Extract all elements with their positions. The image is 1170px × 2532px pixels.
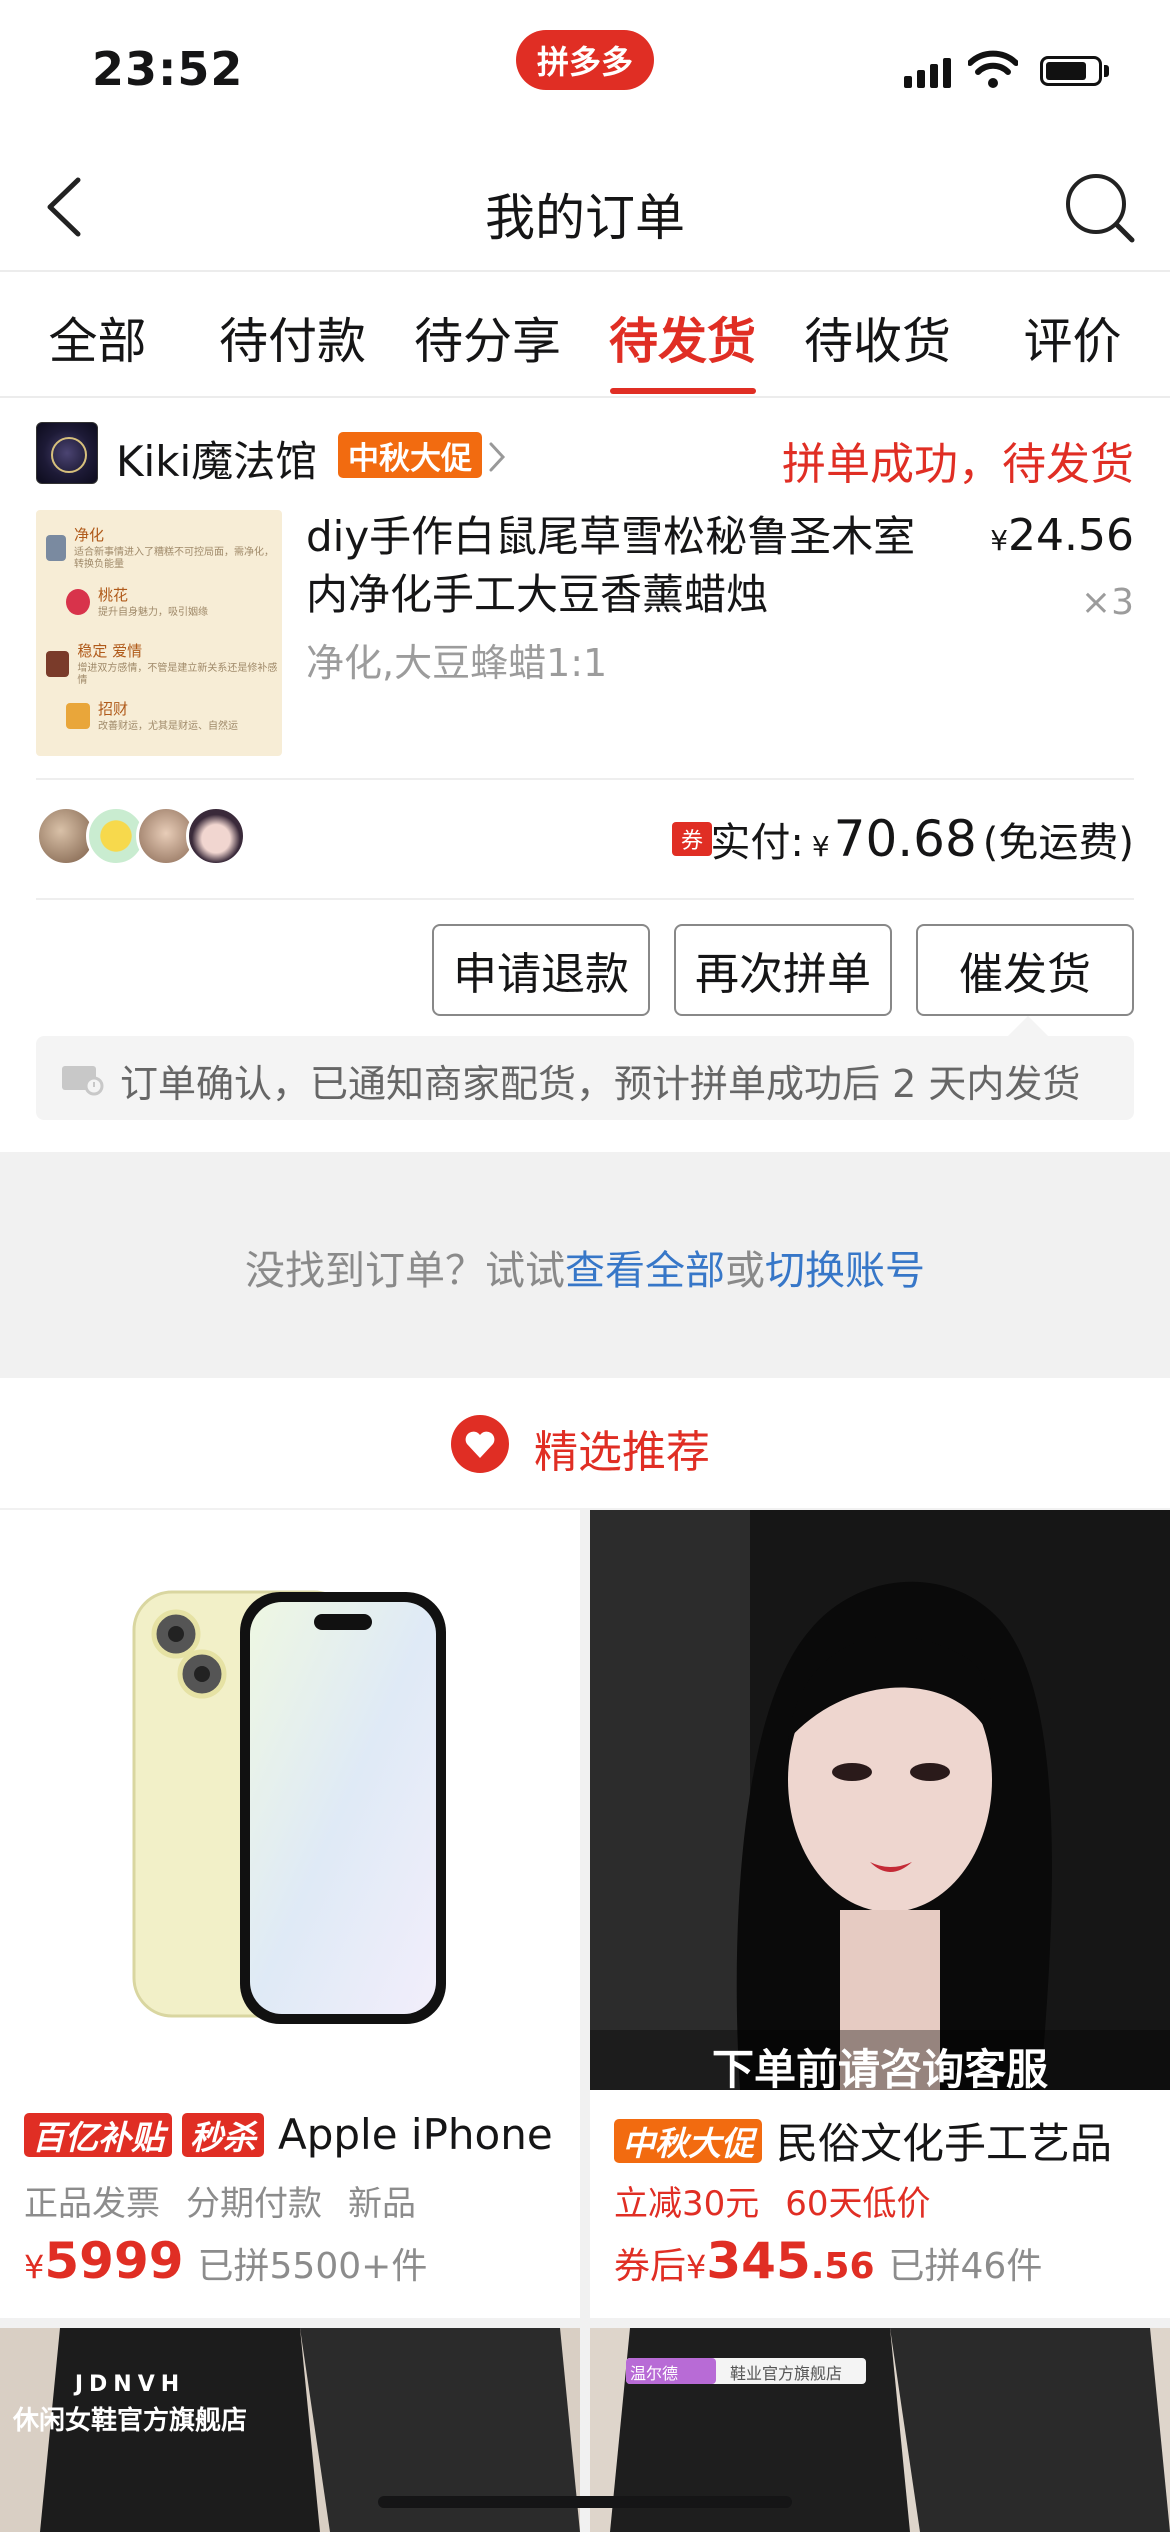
- product-price-decimal: .56: [810, 2246, 875, 2287]
- product-price: 5999: [44, 2232, 184, 2290]
- reorder-button[interactable]: 再次拼单: [674, 924, 892, 1016]
- urge-shipment-button[interactable]: 催发货: [916, 924, 1134, 1016]
- price-prefix: 券后: [614, 2246, 687, 2287]
- product-currency: ¥: [686, 2248, 707, 2286]
- product-title[interactable]: diy手作白鼠尾草雪松秘鲁圣木室内净化手工大豆香薰蜡烛: [306, 508, 946, 624]
- product-spec: 净化,大豆蜂蜡1:1: [306, 641, 608, 685]
- status-time: 23:52: [92, 42, 244, 96]
- view-all-link[interactable]: 查看全部: [565, 1248, 725, 1294]
- order-status: 拼单成功，待发货: [782, 439, 1134, 490]
- brand-store-name: 休闲女鞋官方旗舰店: [12, 2406, 247, 2436]
- product-image-row-title: 桃花: [98, 586, 129, 604]
- paid-currency: ¥: [811, 830, 830, 863]
- product-price: 345: [706, 2232, 811, 2290]
- page-title: 我的订单: [485, 189, 685, 247]
- product-sub-tag: 新品: [348, 2184, 416, 2224]
- subsidy-tag: 百亿补贴: [24, 2112, 172, 2157]
- not-found-or: 或: [725, 1248, 765, 1294]
- battery-icon: [1040, 56, 1102, 86]
- chevron-right-icon[interactable]: [486, 440, 508, 474]
- cellular-signal-icon: [904, 58, 951, 88]
- switch-account-link[interactable]: 切换账号: [765, 1248, 925, 1294]
- group-avatars[interactable]: [36, 806, 246, 866]
- handicraft-product-card[interactable]: 中秋大促 民俗文化手工艺品 立减30元 60天低价 券后 ¥ 345 .56 已…: [590, 2090, 1170, 2318]
- shop-logo[interactable]: [36, 422, 98, 484]
- tab-pending-payment[interactable]: 待付款: [195, 272, 390, 396]
- discount-tag: 立减30元: [614, 2184, 760, 2224]
- product-image[interactable]: 净化适合新事情进入了糟糕不可控局面，需净化，转换负能量 桃花提升自身魅力，吸引姻…: [36, 510, 282, 756]
- shop-name[interactable]: Kiki魔法馆: [116, 428, 317, 489]
- paid-note: (免运费): [982, 820, 1134, 866]
- product-currency: ¥: [990, 524, 1009, 557]
- refund-button[interactable]: 申请退款: [432, 924, 650, 1016]
- search-icon[interactable]: [1060, 168, 1140, 248]
- flash-sale-tag: 秒杀: [182, 2112, 264, 2157]
- tab-review[interactable]: 评价: [975, 272, 1170, 396]
- paid-label: 实付:: [710, 820, 804, 866]
- product-image-row-desc: 适合新事情进入了糟糕不可控局面，需净化，转换负能量: [73, 547, 274, 570]
- handicraft-product-image[interactable]: 下单前请咨询客服: [590, 1510, 1170, 2090]
- not-found-text: 没找到订单？试试: [245, 1248, 565, 1294]
- notice-text: 订单确认，已通知商家配货，预计拼单成功后 2 天内发货: [120, 1062, 1081, 1106]
- coupon-tag: 券: [672, 822, 712, 856]
- iphone-illustration: [132, 1590, 446, 2024]
- product-sub-tag: 正品发票: [24, 2184, 160, 2224]
- avatar: [186, 806, 246, 866]
- iphone-product-card[interactable]: 百亿补贴 秒杀 Apple iPhone 正品发票 分期付款 新品 ¥ 5999…: [0, 2090, 580, 2318]
- product-currency: ¥: [24, 2248, 45, 2286]
- product-sold-count: 已拼46件: [888, 2246, 1043, 2287]
- recommend-title: 精选推荐: [534, 1427, 710, 1478]
- app-badge: 拼多多: [516, 30, 654, 90]
- portrait-illustration: [590, 1510, 1170, 2090]
- low-price-tag: 60天低价: [785, 2184, 931, 2224]
- wifi-icon: [968, 50, 1018, 88]
- tab-pending-share[interactable]: 待分享: [390, 272, 585, 396]
- product-image-row-title: 稳定 爱情: [77, 642, 143, 660]
- brand-store-name: 鞋业官方旗舰店: [730, 2364, 843, 2383]
- not-found-message: 没找到订单？试试查看全部或切换账号: [0, 1238, 1170, 1296]
- iphone-product-image[interactable]: [0, 1510, 580, 2090]
- product-image-row-desc: 增进双方感情，不管是建立新关系还是修补感情: [77, 663, 278, 686]
- product-quantity: ×3: [1080, 582, 1134, 623]
- tab-all[interactable]: 全部: [0, 272, 195, 396]
- notice-arrow: [1008, 1016, 1048, 1036]
- paid-total: 实付: ¥ 70.68 (免运费): [710, 810, 1134, 868]
- divider: [36, 778, 1134, 780]
- home-indicator[interactable]: [378, 2496, 792, 2508]
- product-name: 民俗文化手工艺品: [776, 2119, 1113, 2168]
- promo-tag: 中秋大促: [614, 2118, 762, 2163]
- truck-icon: [62, 1066, 104, 1096]
- promo-tag: 中秋大促: [338, 432, 482, 478]
- order-tabs: 全部 待付款 待分享 待发货 待收货 评价: [0, 272, 1170, 396]
- product-image-row-desc: 改善财运，尤其是财运、自然运: [98, 721, 238, 732]
- paid-amount: 70.68: [833, 810, 977, 868]
- image-overlay-text: 下单前请咨询客服: [711, 2045, 1048, 2090]
- product-image-row-title: 净化: [73, 526, 104, 544]
- product-image-row-title: 招财: [98, 700, 129, 718]
- tab-pending-receipt[interactable]: 待收货: [780, 272, 975, 396]
- brand-logo-text: JDNVH: [74, 2372, 186, 2397]
- product-sub-tag: 分期付款: [186, 2184, 322, 2224]
- tab-pending-shipment[interactable]: 待发货: [585, 272, 780, 396]
- heart-badge-icon: [451, 1415, 509, 1473]
- product-sold-count: 已拼5500+件: [197, 2246, 428, 2287]
- brand-tag: 温尔德: [630, 2364, 679, 2383]
- product-name: Apple iPhone: [278, 2110, 553, 2159]
- tabs-divider: [0, 396, 1170, 398]
- product-price-value: 24.56: [1008, 510, 1134, 561]
- product-image-row-desc: 提升自身魅力，吸引姻缘: [98, 607, 208, 618]
- product-price: ¥24.56: [990, 510, 1134, 561]
- battery-tip: [1104, 65, 1109, 77]
- divider: [36, 898, 1134, 900]
